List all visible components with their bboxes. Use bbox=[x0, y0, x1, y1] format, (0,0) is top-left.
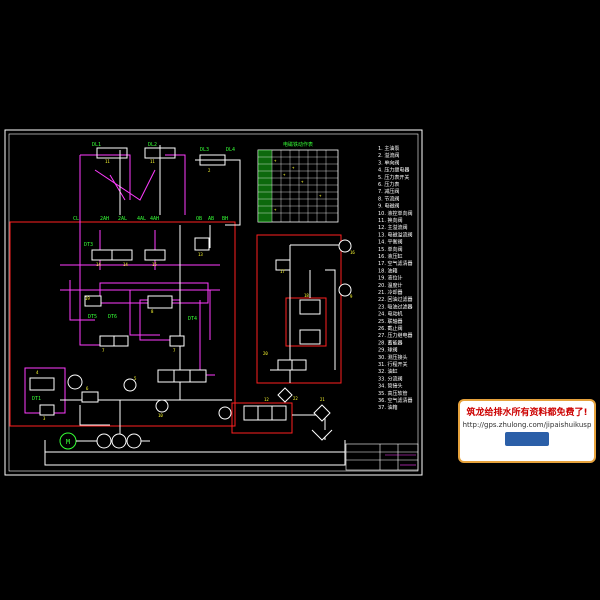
label-port-ab: AB bbox=[208, 216, 214, 222]
legend-item: 2. 溢流阀 bbox=[378, 152, 399, 159]
legend-item: 21. 冷却器 bbox=[378, 289, 403, 296]
legend-item: 24. 电动机 bbox=[378, 311, 403, 318]
watermark-banner: 筑龙给排水所有资料都免费了! http://gps.zhulong.com/ji… bbox=[458, 399, 596, 463]
label-dl2: DL2 bbox=[148, 142, 157, 148]
legend-item: 20. 温度计 bbox=[378, 282, 403, 289]
legend-item: 22. 回油过滤器 bbox=[378, 296, 413, 303]
svg-text:7: 7 bbox=[173, 348, 176, 353]
label-port-2al: 2AL bbox=[118, 216, 127, 222]
zhulong-logo bbox=[505, 432, 549, 446]
svg-text:16: 16 bbox=[350, 250, 355, 255]
svg-text:18: 18 bbox=[304, 293, 309, 298]
svg-text:15: 15 bbox=[152, 262, 157, 267]
legend-item: 31. 行程开关 bbox=[378, 361, 408, 368]
legend-item: 37. 油箱 bbox=[378, 404, 398, 411]
legend-item: 5. 压力表开关 bbox=[378, 174, 409, 181]
legend-item: 15. 单向阀 bbox=[378, 246, 403, 253]
label-port-bh: BH bbox=[222, 216, 228, 222]
label-dt1: DT1 bbox=[32, 396, 41, 402]
svg-text:11: 11 bbox=[150, 159, 155, 164]
svg-text:10: 10 bbox=[158, 413, 163, 418]
solenoid-table: 电磁铁动作表 + + + + + + bbox=[257, 141, 339, 223]
legend-item: 13. 电磁溢流阀 bbox=[378, 231, 413, 238]
legend-item: 36. 空气滤清器 bbox=[378, 397, 413, 404]
legend-item: 18. 油箱 bbox=[378, 267, 398, 274]
legend-item: 3. 单向阀 bbox=[378, 159, 399, 166]
legend-item: 26. 截止阀 bbox=[378, 325, 403, 332]
legend-item: 8. 节流阀 bbox=[378, 195, 399, 202]
legend-item: 27. 压力继电器 bbox=[378, 332, 413, 339]
svg-text:+: + bbox=[283, 172, 286, 177]
svg-text:21: 21 bbox=[320, 397, 325, 402]
svg-text:+: + bbox=[274, 158, 277, 163]
svg-text:3: 3 bbox=[43, 416, 46, 421]
legend-item: 4. 压力继电器 bbox=[378, 167, 409, 174]
svg-text:2: 2 bbox=[208, 168, 211, 173]
label-dl3: DL3 bbox=[200, 147, 209, 153]
svg-text:22: 22 bbox=[293, 396, 298, 401]
legend-item: 32. 油缸 bbox=[378, 368, 398, 375]
legend-item: 14. 平衡阀 bbox=[378, 239, 403, 246]
svg-text:8: 8 bbox=[151, 309, 154, 314]
label-dl1: DL1 bbox=[92, 142, 101, 148]
svg-text:+: + bbox=[319, 193, 322, 198]
legend-item: 25. 联轴器 bbox=[378, 318, 403, 325]
legend-item: 7. 减压阀 bbox=[378, 188, 399, 195]
svg-text:6: 6 bbox=[86, 386, 89, 391]
label-port-ob: OB bbox=[196, 216, 202, 222]
svg-text:+: + bbox=[274, 207, 277, 212]
motor-label: M bbox=[66, 438, 70, 446]
legend-item: 1. 主油泵 bbox=[378, 145, 399, 152]
watermark-headline: 筑龙给排水所有资料都免费了! bbox=[466, 408, 588, 418]
table-title: 电磁铁动作表 bbox=[283, 141, 313, 148]
label-port-cl: CL bbox=[73, 216, 79, 222]
svg-text:14: 14 bbox=[96, 262, 101, 267]
legend-item: 19. 液位计 bbox=[378, 275, 403, 282]
svg-text:7: 7 bbox=[102, 348, 105, 353]
legend-item: 29. 球阀 bbox=[378, 347, 398, 354]
label-port-2ah: 2AH bbox=[100, 216, 109, 222]
component-legend: 1. 主油泵2. 溢流阀3. 单向阀4. 压力继电器5. 压力表开关6. 压力表… bbox=[378, 145, 413, 411]
svg-text:11: 11 bbox=[105, 159, 110, 164]
hydraulic-schematic: M DL1 DL2 DL3 DL4 CL 2AH 2AL 4AL 4AH OB … bbox=[4, 129, 423, 476]
svg-text:9: 9 bbox=[350, 294, 353, 299]
legend-item: 33. 分流阀 bbox=[378, 375, 403, 382]
legend-item: 12. 主溢流阀 bbox=[378, 224, 408, 231]
svg-text:14: 14 bbox=[123, 262, 128, 267]
legend-item: 17. 空气滤清器 bbox=[378, 260, 413, 267]
legend-item: 10. 液控单向阀 bbox=[378, 210, 413, 217]
legend-item: 6. 压力表 bbox=[378, 181, 399, 188]
svg-text:17: 17 bbox=[280, 269, 285, 274]
legend-item: 34. 管接头 bbox=[378, 383, 403, 390]
legend-item: 16. 液压缸 bbox=[378, 253, 403, 260]
svg-text:19: 19 bbox=[85, 296, 90, 301]
svg-text:4: 4 bbox=[36, 370, 39, 375]
svg-text:5: 5 bbox=[134, 376, 137, 381]
legend-item: 35. 高压软管 bbox=[378, 390, 408, 397]
label-port-4al: 4AL bbox=[137, 216, 146, 222]
watermark-url: http://gps.zhulong.com/jipaishuikusp bbox=[462, 421, 592, 429]
legend-item: 23. 吸油过滤器 bbox=[378, 303, 413, 310]
legend-item: 30. 测压接头 bbox=[378, 354, 408, 361]
legend-item: 9. 电磁阀 bbox=[378, 203, 399, 210]
label-dl4: DL4 bbox=[226, 147, 235, 153]
label-dt5: DT5 bbox=[88, 314, 97, 320]
label-dt3: DT3 bbox=[84, 242, 93, 248]
label-dt6: DT6 bbox=[108, 314, 117, 320]
legend-item: 11. 换向阀 bbox=[378, 217, 403, 224]
title-block bbox=[345, 443, 419, 471]
sheet-frame-outer bbox=[4, 129, 423, 476]
svg-text:13: 13 bbox=[198, 252, 203, 257]
svg-text:+: + bbox=[292, 165, 295, 170]
label-dt4: DT4 bbox=[188, 316, 197, 322]
label-port-4ah: 4AH bbox=[150, 216, 159, 222]
svg-text:20: 20 bbox=[263, 351, 268, 356]
svg-text:+: + bbox=[301, 179, 304, 184]
svg-text:12: 12 bbox=[264, 397, 269, 402]
legend-item: 28. 蓄能器 bbox=[378, 339, 403, 346]
